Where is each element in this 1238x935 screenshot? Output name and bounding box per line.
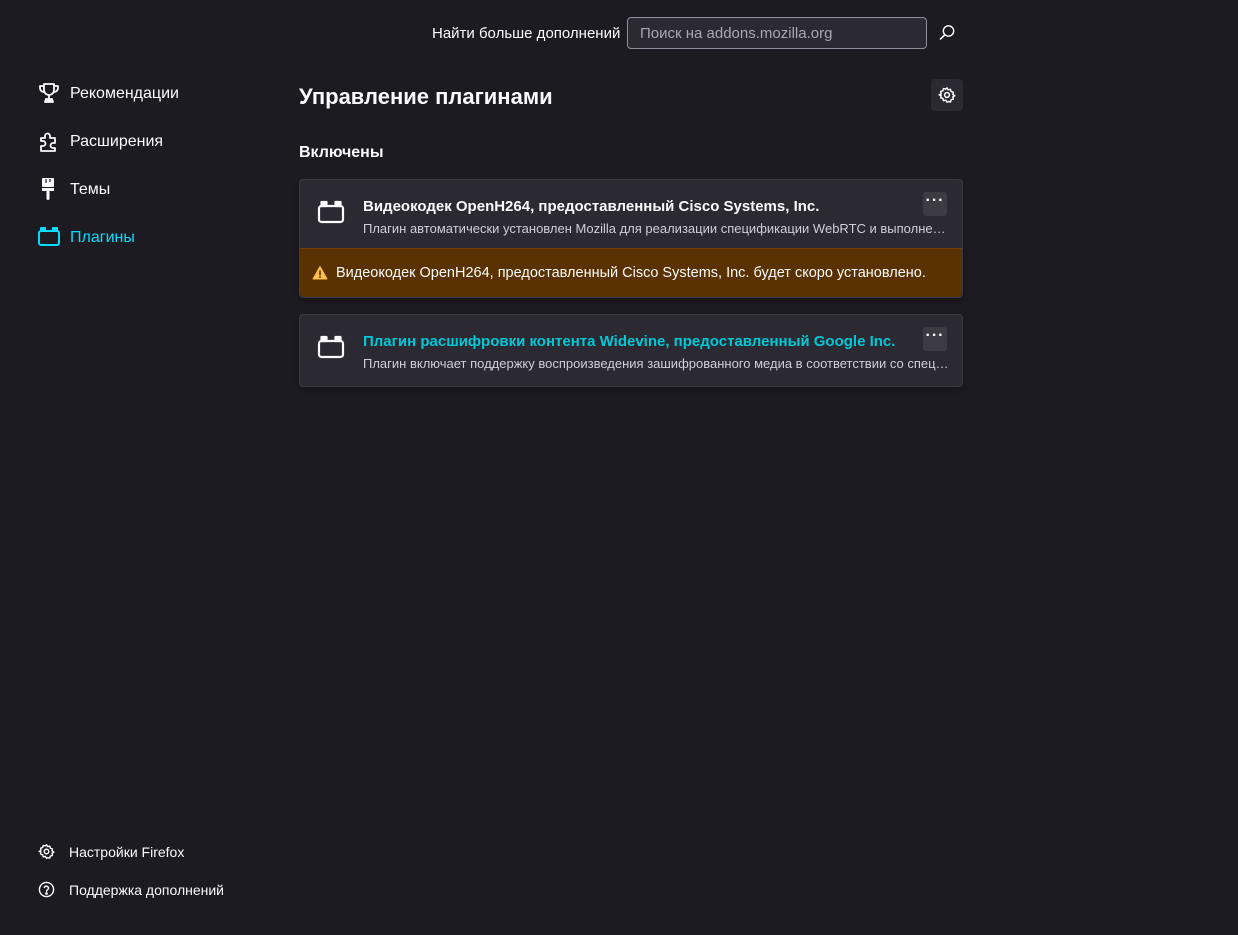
page-title: Управление плагинами [299,84,553,109]
warning-icon [312,265,328,281]
plugin-card-header[interactable]: Плагин расшифровки контента Widevine, пр… [300,315,962,383]
addons-manager-page: Найти больше дополнений Рекомендации [0,0,1238,935]
search-input[interactable] [627,17,927,49]
sidebar-item-label: Расширения [70,133,164,150]
plugin-icon [317,333,345,361]
help-icon [38,881,55,898]
more-options-icon: ··· [925,192,945,209]
plugin-description: Плагин автоматически установлен Mozilla … [363,221,949,236]
sidebar-item-plugins[interactable]: Плагины [0,214,260,262]
plugin-description: Плагин включает поддержку воспроизведени… [363,356,949,371]
plugin-icon [317,198,345,226]
footer-item-label: Настройки Firefox [69,844,185,860]
sidebar-item-themes[interactable]: Темы [0,166,260,214]
footer-item-label: Поддержка дополнений [69,882,224,898]
plugin-card-openh264: Видеокодек OpenH264, предоставленный Cis… [299,179,963,298]
more-options-icon: ··· [925,327,945,344]
plugin-card-widevine: Плагин расшифровки контента Widevine, пр… [299,314,963,387]
firefox-settings-link[interactable]: Настройки Firefox [0,838,260,876]
sidebar-item-extensions[interactable]: Расширения [0,118,260,166]
sidebar-item-recommendations[interactable]: Рекомендации [0,70,260,118]
find-more-addons-label: Найти больше дополнений [432,25,621,42]
addons-support-link[interactable]: Поддержка дополнений [0,876,260,914]
warning-text: Видеокодек OpenH264, предоставленный Cis… [336,265,926,281]
plugin-icon [37,225,61,249]
sidebar-nav: Рекомендации Расширения Темы Плагины [0,70,260,262]
plugin-card-header[interactable]: Видеокодек OpenH264, предоставленный Cis… [300,180,962,248]
search-icon[interactable] [937,23,957,43]
sidebar-footer: Настройки Firefox Поддержка дополнений [0,838,260,914]
tools-gear-button[interactable] [931,79,963,111]
puzzle-piece-icon [37,129,61,153]
gear-icon [38,843,55,860]
paintbrush-icon [37,177,61,201]
enabled-section-heading: Включены [299,144,384,161]
sidebar-item-label: Рекомендации [70,85,179,102]
gear-icon [938,87,956,103]
sidebar-item-label: Плагины [70,229,135,246]
more-options-button[interactable]: ··· [923,327,947,351]
plugin-name: Видеокодек OpenH264, предоставленный Cis… [363,198,820,215]
warning-message-bar: Видеокодек OpenH264, предоставленный Cis… [300,248,962,297]
search-bar: Найти больше дополнений [0,17,1238,49]
more-options-button[interactable]: ··· [923,192,947,216]
plugin-name[interactable]: Плагин расшифровки контента Widevine, пр… [363,333,895,350]
sidebar-item-label: Темы [70,181,111,198]
trophy-icon [37,81,61,105]
